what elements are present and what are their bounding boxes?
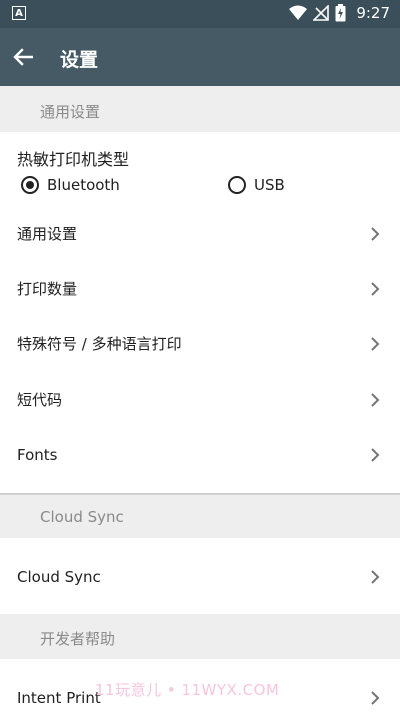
list-item-short-codes[interactable]: 短代码: [0, 372, 400, 427]
radio-label: USB: [254, 176, 285, 194]
list-item-general-settings[interactable]: 通用设置: [0, 206, 400, 261]
chevron-right-icon: [371, 690, 380, 705]
list-item-print-quantity[interactable]: 打印数量: [0, 261, 400, 316]
list-item-fonts[interactable]: Fonts: [0, 427, 400, 482]
list-item-label: 打印数量: [17, 280, 78, 298]
section-header-label: 通用设置: [40, 103, 101, 121]
radio-bluetooth[interactable]: Bluetooth: [21, 172, 120, 198]
status-bar: A 9:27: [0, 0, 400, 28]
radio-usb[interactable]: USB: [228, 172, 285, 198]
chevron-right-icon: [371, 226, 380, 241]
list-item-label: 短代码: [17, 391, 63, 409]
radio-unchecked-icon: [228, 176, 246, 194]
watermark: 11玩意儿 • 11WYX.COM: [95, 681, 280, 699]
back-button[interactable]: [4, 38, 42, 76]
list-item-label: 特殊符号 / 多种语言打印: [17, 335, 182, 353]
section-header-label: 开发者帮助: [40, 630, 116, 648]
radio-label: Bluetooth: [47, 176, 120, 194]
list-item-label: Fonts: [17, 445, 58, 464]
toolbar: 设置: [0, 28, 400, 86]
list-item-cloud-sync[interactable]: Cloud Sync: [0, 549, 400, 604]
list-item-special-symbols[interactable]: 特殊符号 / 多种语言打印: [0, 316, 400, 371]
list-item-label: Intent Print: [17, 688, 101, 707]
no-signal-icon: [313, 5, 330, 21]
printer-type-label: 热敏打印机类型: [17, 150, 130, 169]
arrow-back-icon: [13, 48, 33, 66]
chevron-right-icon: [371, 336, 380, 351]
wifi-icon: [289, 5, 308, 20]
radio-checked-icon: [21, 176, 39, 194]
list-item-label: 通用设置: [17, 225, 78, 243]
section-header-label: Cloud Sync: [40, 508, 124, 526]
section-header-cloud-sync: Cloud Sync: [0, 495, 400, 538]
section-header-general: 通用设置: [0, 86, 400, 132]
chevron-right-icon: [371, 447, 380, 462]
page-title: 设置: [60, 49, 99, 71]
chevron-right-icon: [371, 281, 380, 296]
app-notification-icon: A: [12, 6, 26, 20]
status-time: 9:27: [356, 4, 390, 22]
section-header-developer: 开发者帮助: [0, 614, 400, 659]
chevron-right-icon: [371, 392, 380, 407]
battery-charging-icon: [335, 4, 346, 22]
chevron-right-icon: [371, 569, 380, 584]
status-icons: 9:27: [289, 4, 390, 22]
list-item-label: Cloud Sync: [17, 567, 101, 586]
